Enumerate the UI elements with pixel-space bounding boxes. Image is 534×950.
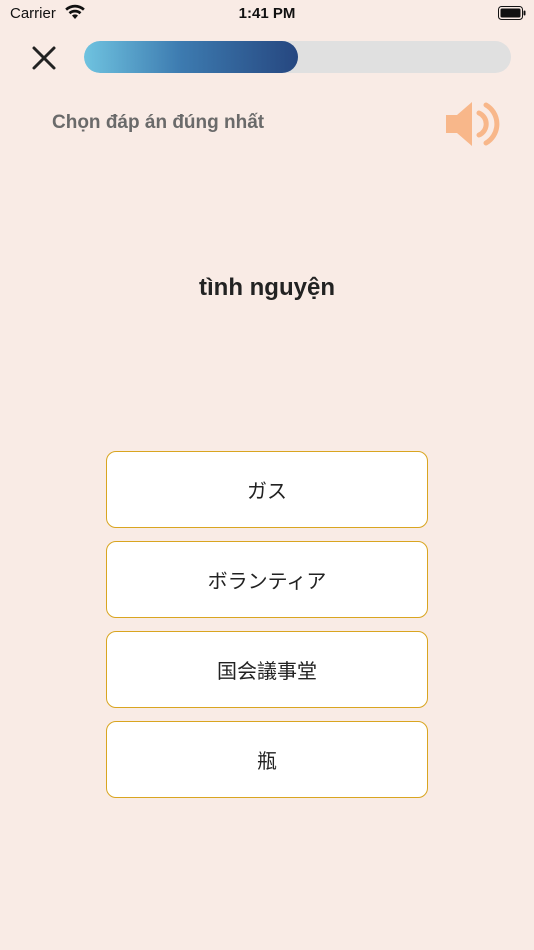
answer-option-4[interactable]: 瓶 bbox=[106, 721, 428, 798]
answer-option-3[interactable]: 国会議事堂 bbox=[106, 631, 428, 708]
close-button[interactable] bbox=[26, 40, 62, 76]
instruction-text: Chọn đáp án đúng nhất bbox=[52, 112, 265, 133]
battery-icon bbox=[498, 6, 526, 20]
answer-options: ガス ボランティア 国会議事堂 瓶 bbox=[106, 451, 428, 811]
answer-option-1[interactable]: ガス bbox=[106, 451, 428, 528]
answer-option-2[interactable]: ボランティア bbox=[106, 541, 428, 618]
status-bar: Carrier 1:41 PM bbox=[0, 0, 534, 28]
answer-option-label: 瓶 bbox=[257, 749, 277, 773]
question-word: tình nguyện bbox=[199, 274, 335, 301]
answer-option-label: ガス bbox=[247, 479, 287, 503]
close-icon bbox=[32, 46, 56, 70]
answer-option-label: ボランティア bbox=[207, 569, 327, 593]
progress-fill bbox=[84, 41, 298, 73]
answer-option-label: 国会議事堂 bbox=[217, 659, 317, 683]
play-audio-button[interactable] bbox=[442, 96, 502, 152]
progress-bar bbox=[84, 41, 511, 73]
status-time: 1:41 PM bbox=[238, 5, 296, 22]
speaker-icon bbox=[446, 102, 500, 146]
